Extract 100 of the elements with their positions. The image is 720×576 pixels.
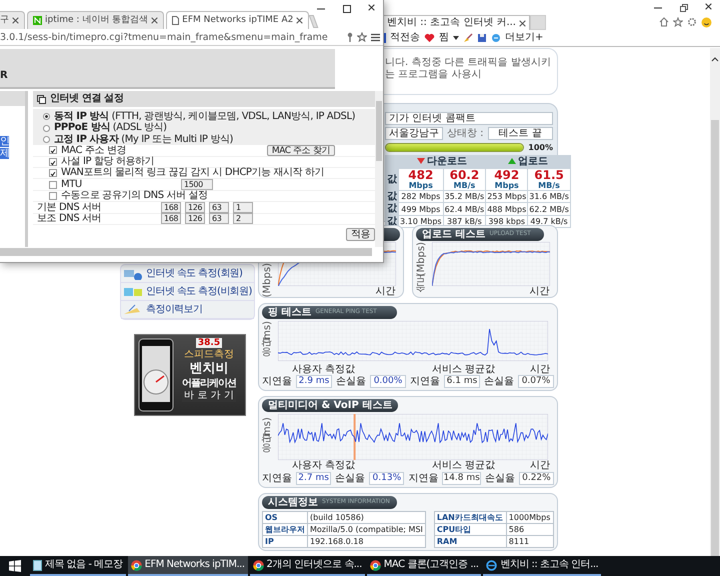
product-field: 기가 인터넷 콤팩트 bbox=[385, 112, 553, 125]
value-field: 14.8 ms bbox=[442, 472, 481, 485]
radio-label[interactable]: 동적 IP 방식 (FTTH, 광랜방식, 케이블모뎀, VDSL, LAN방식, IP ADSL) bbox=[54, 110, 356, 122]
axis-label: 응답(ms) bbox=[262, 416, 274, 460]
table-cell: 61.5 MB/s bbox=[528, 168, 570, 190]
table-cell: OS bbox=[262, 511, 308, 524]
header-text: R bbox=[0, 70, 8, 81]
ip-octet-field[interactable]: 168 bbox=[161, 213, 181, 224]
field-label: 지연율 bbox=[410, 376, 440, 388]
value-field: 6.1 ms bbox=[444, 375, 480, 388]
mac-search-button[interactable]: MAC 주소 찾기 bbox=[266, 144, 335, 156]
taskbar-item[interactable]: 벤치비 :: 초고속 인터... bbox=[483, 556, 602, 576]
selected-text: 제 bbox=[0, 148, 9, 159]
checkbox-label[interactable]: 사설 IP 할당 허용하기 bbox=[61, 156, 154, 168]
caption: 서비스 평균값 bbox=[432, 460, 496, 472]
banner-title: 벤치비 bbox=[190, 362, 228, 377]
favorite-link[interactable]: 찜 bbox=[439, 32, 449, 44]
table-cell: 8111 bbox=[506, 535, 554, 548]
app-banner[interactable]: 38.5 스피드측정 벤치비 어플리케이션 바 로 가 기 bbox=[134, 334, 246, 416]
radio-label[interactable]: 고정 IP 사용자 (My IP 또는 Multi IP 방식) bbox=[54, 134, 234, 146]
speed-reading: 38.5 bbox=[196, 338, 222, 348]
table-cell: 492 Mbps bbox=[486, 168, 528, 190]
table-cell: 62.4 MB/s bbox=[444, 203, 486, 215]
status-label: 상태창 : bbox=[447, 128, 484, 140]
checkbox-label[interactable]: MAC 주소 변경 bbox=[61, 144, 126, 156]
address-bar[interactable]: 3.0.1/sess-bin/timepro.cgi?tmenu=main_frame&smenu=main_frame bbox=[0, 30, 343, 44]
axis-label: 응답(ms) bbox=[262, 321, 274, 364]
panel-title: 인터넷 연결 설정 bbox=[50, 93, 124, 105]
value-field: 2.9 ms bbox=[296, 375, 332, 388]
axis-label: 시간 bbox=[528, 286, 550, 298]
axis-label: 시간 bbox=[530, 364, 550, 376]
checkbox-label[interactable]: MTU bbox=[61, 178, 177, 190]
value-field: 2.7 ms bbox=[296, 472, 332, 485]
ip-octet-field[interactable]: 2 bbox=[233, 213, 253, 224]
value-field: 0.00% bbox=[370, 375, 406, 388]
favorite-link[interactable]: 적전송 bbox=[390, 32, 420, 44]
table-cell: Mozilla/5.0 (compatible; MSI bbox=[308, 523, 426, 536]
field-label: 지연율 bbox=[262, 472, 292, 484]
banner-subtitle: 어플리케이션 bbox=[182, 378, 236, 390]
menu-item[interactable]: 인터넷 속도 측정(회원) bbox=[121, 265, 254, 283]
browser-tab[interactable]: EFM Networks ipTIME A2 bbox=[166, 11, 310, 29]
caption: 사용자 측정값 bbox=[292, 364, 356, 376]
table-cell: CPU타입 bbox=[434, 523, 506, 536]
row-label: 값 bbox=[386, 190, 398, 202]
table-cell: 60.2 MB/s bbox=[444, 168, 486, 190]
table-cell: 488 Mbps bbox=[486, 203, 528, 215]
field-label: 손실율 bbox=[484, 376, 514, 388]
table-cell: 482 Mbps bbox=[399, 168, 443, 190]
table-cell: 253 Mbps bbox=[486, 190, 528, 202]
value-field: 0.13% bbox=[369, 472, 404, 485]
table-cell: 31.6 MB/s bbox=[528, 190, 570, 202]
taskbar-item[interactable]: MAC 클론(고객인증 ... bbox=[366, 556, 482, 576]
radio-label[interactable]: PPPoE 방식 (ADSL 방식) bbox=[54, 122, 167, 134]
field-label: 보조 DNS 서버 bbox=[37, 212, 102, 224]
axis-label: 속도 (Mbps) bbox=[416, 242, 428, 300]
table-cell: (build 10586) bbox=[308, 511, 426, 524]
taskbar-item[interactable]: EFM Networks ipTIM... bbox=[128, 556, 248, 576]
field-label: 손실율 bbox=[484, 472, 515, 484]
apply-button[interactable]: 적용 bbox=[346, 228, 375, 241]
browser-tab[interactable]: iptime : 네이버 통합검색 bbox=[27, 11, 164, 29]
table-cell: 62.2 MB/s bbox=[528, 203, 570, 215]
axis-label: (Mbps) bbox=[262, 263, 274, 298]
menu-item[interactable]: 인터넷 속도 측정(비회원) bbox=[121, 283, 254, 301]
ip-octet-field[interactable]: 63 bbox=[209, 202, 229, 213]
field-label: 손실율 bbox=[336, 376, 366, 388]
region-field: 서울강남구 bbox=[385, 127, 443, 140]
ip-octet-field[interactable]: 126 bbox=[185, 213, 205, 224]
checkbox-label[interactable]: WAN포트의 물리적 링크 끊김 감지 시 DHCP기능 재시작 하기 bbox=[61, 167, 324, 179]
favorite-link[interactable]: 더보기+ bbox=[505, 32, 544, 44]
browser-tab[interactable]: 벤치비 :: 초고속 인터넷 커... bbox=[383, 15, 530, 30]
caption: 사용자 측정값 bbox=[292, 460, 356, 472]
browser-tab[interactable]: 구 bbox=[0, 11, 25, 29]
taskbar-item[interactable]: 제목 없음 - 메모장 bbox=[30, 556, 126, 576]
status-field: 테스트 끝 bbox=[488, 127, 553, 140]
taskbar-item[interactable]: 2개의 인터넷으로 속... bbox=[250, 556, 365, 576]
table-cell: 192.168.0.18 bbox=[308, 535, 426, 548]
table-cell: RAM bbox=[434, 535, 506, 548]
panel-header: 멀티미디어 & VoIP 테스트 bbox=[262, 399, 398, 412]
table-cell: 282 Mbps bbox=[399, 190, 443, 202]
table-cell: 586 bbox=[506, 523, 554, 536]
ip-octet-field[interactable]: 126 bbox=[185, 202, 205, 213]
value-field: 0.07% bbox=[518, 375, 554, 388]
notice-text: 니다. 측정중 다른 트래픽을 발생시키는 프로그램을 사용시 bbox=[385, 57, 552, 80]
table-cell: 35.2 MB/s bbox=[444, 190, 486, 202]
value-field: 0.22% bbox=[518, 472, 554, 485]
table-cell: 1000Mbps bbox=[506, 511, 554, 524]
table-cell: LAN카드최대속도 bbox=[434, 511, 506, 524]
menu-item[interactable]: 측정이력보기 bbox=[121, 301, 254, 319]
row-label: 값 bbox=[386, 203, 398, 215]
ip-octet-field[interactable]: 63 bbox=[209, 213, 229, 224]
axis-label: 시간 bbox=[530, 460, 550, 472]
banner-link[interactable]: 바 로 가 기 bbox=[182, 390, 236, 402]
table-cell: 499 Mbps bbox=[399, 203, 443, 215]
ip-octet-field[interactable]: 1 bbox=[233, 202, 253, 213]
mtu-field[interactable]: 1500 bbox=[181, 179, 213, 190]
checkbox-label[interactable]: 수동으로 공유기의 DNS 서버 설정 bbox=[61, 190, 208, 202]
field-label: 기본 DNS 서버 bbox=[37, 202, 102, 214]
ip-octet-field[interactable]: 168 bbox=[161, 202, 181, 213]
field-label: 지연율 bbox=[408, 472, 438, 484]
progress-reading: 100% bbox=[528, 143, 553, 152]
